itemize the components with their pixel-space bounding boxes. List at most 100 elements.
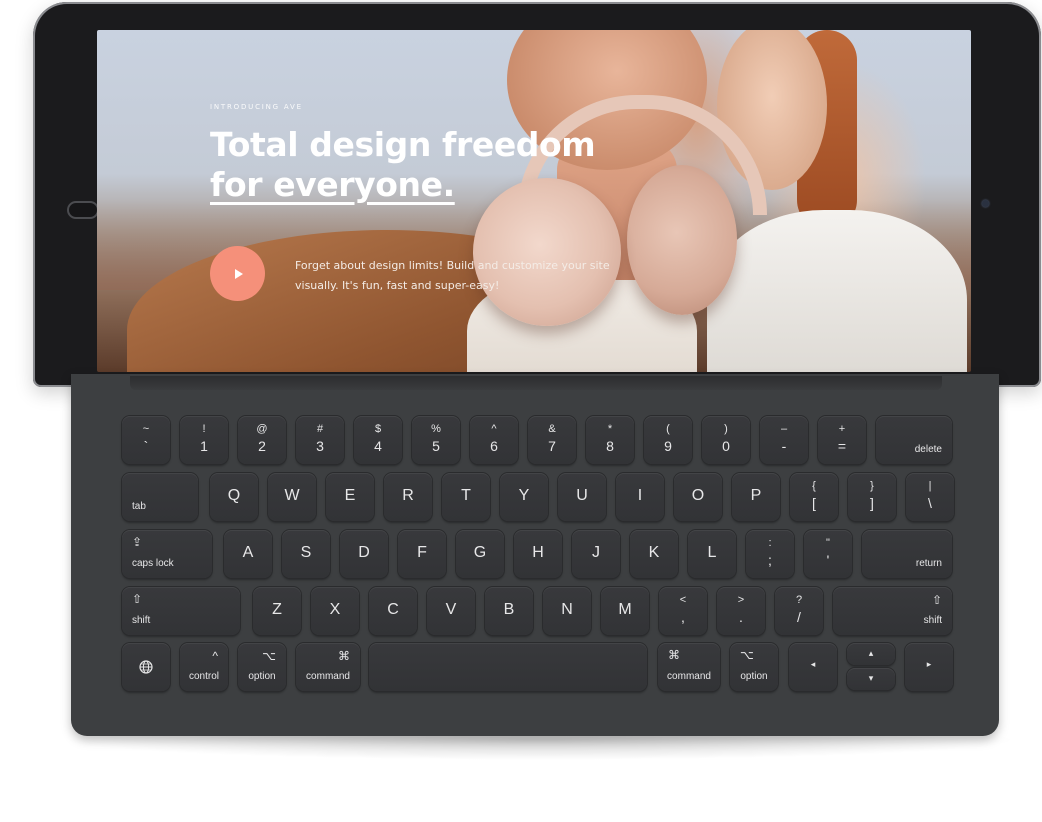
keyboard-hinge bbox=[130, 376, 942, 390]
key-shift-label: ( bbox=[666, 423, 670, 435]
arrow-down-key[interactable]: ▾ bbox=[847, 668, 895, 690]
key-label: L bbox=[707, 544, 717, 561]
key-backslash[interactable]: | \ bbox=[906, 473, 954, 521]
key-1[interactable]: ! 1 bbox=[180, 416, 228, 464]
key-label: V bbox=[445, 601, 457, 618]
arrow-down-icon: ▾ bbox=[868, 673, 874, 683]
key-e[interactable]: E bbox=[326, 473, 374, 521]
key-label: P bbox=[750, 487, 762, 504]
key-semicolon[interactable]: :; bbox=[746, 530, 794, 578]
key-slash[interactable]: ? / bbox=[775, 587, 823, 635]
caps-lock-key[interactable]: ⇪ caps lock bbox=[122, 530, 212, 578]
key-8[interactable]: * 8 bbox=[586, 416, 634, 464]
key-g[interactable]: G bbox=[456, 530, 504, 578]
key-label: ' bbox=[826, 552, 830, 568]
key-label: 4 bbox=[374, 438, 382, 454]
key-l[interactable]: L bbox=[688, 530, 736, 578]
key-label: K bbox=[648, 544, 660, 561]
key-label: Q bbox=[227, 487, 241, 504]
key-shift-label: { bbox=[812, 480, 816, 492]
key-p[interactable]: P bbox=[732, 473, 780, 521]
option-left-key[interactable]: ⌥ option bbox=[238, 643, 286, 691]
key-v[interactable]: V bbox=[427, 587, 475, 635]
key-d[interactable]: D bbox=[340, 530, 388, 578]
key--[interactable]: – - bbox=[760, 416, 808, 464]
key-label: O bbox=[691, 487, 705, 504]
key-a[interactable]: A bbox=[224, 530, 272, 578]
key-shift-label: % bbox=[431, 423, 441, 435]
key-i[interactable]: I bbox=[616, 473, 664, 521]
key-s[interactable]: S bbox=[282, 530, 330, 578]
key-label: D bbox=[358, 544, 370, 561]
key-2[interactable]: @2 bbox=[238, 416, 286, 464]
arrow-left-key[interactable]: ◂ bbox=[789, 643, 837, 691]
key-shift-label: ! bbox=[202, 423, 206, 435]
command-icon: ⌘ bbox=[338, 649, 350, 663]
command-right-key[interactable]: ⌘ command bbox=[658, 643, 720, 691]
key-x[interactable]: X bbox=[311, 587, 359, 635]
key-label: E bbox=[344, 487, 356, 504]
shift-left-key[interactable]: ⇧ shift bbox=[122, 587, 240, 635]
key-6[interactable]: ^ 6 bbox=[470, 416, 518, 464]
arrow-right-key[interactable]: ▸ bbox=[905, 643, 953, 691]
key-j[interactable]: J bbox=[572, 530, 620, 578]
key-m[interactable]: M bbox=[601, 587, 649, 635]
key-q[interactable]: Q bbox=[210, 473, 258, 521]
key-=[interactable]: + = bbox=[818, 416, 866, 464]
key-b[interactable]: B bbox=[485, 587, 533, 635]
key-r[interactable]: R bbox=[384, 473, 432, 521]
key-z[interactable]: Z bbox=[253, 587, 301, 635]
command-left-key[interactable]: ⌘ command bbox=[296, 643, 360, 691]
key-f[interactable]: F bbox=[398, 530, 446, 578]
key-label: Y bbox=[518, 487, 530, 504]
key-t[interactable]: T bbox=[442, 473, 490, 521]
key-label: - bbox=[781, 438, 787, 454]
key-label: 2 bbox=[258, 438, 266, 454]
option-right-key[interactable]: ⌥ option bbox=[730, 643, 778, 691]
key-label: option bbox=[740, 671, 768, 682]
key-[[interactable]: {[ bbox=[790, 473, 838, 521]
key-9[interactable]: (9 bbox=[644, 416, 692, 464]
command-icon: ⌘ bbox=[668, 648, 680, 662]
key-0[interactable]: ) 0 bbox=[702, 416, 750, 464]
key-w[interactable]: W bbox=[268, 473, 316, 521]
key-label: 5 bbox=[432, 438, 440, 454]
arrow-up-key[interactable]: ▴ bbox=[847, 643, 895, 665]
key-label: R bbox=[402, 487, 414, 504]
key-n[interactable]: N bbox=[543, 587, 591, 635]
key-label: 0 bbox=[722, 438, 730, 454]
key-`[interactable]: ~ ` bbox=[122, 416, 170, 464]
key-o[interactable]: O bbox=[674, 473, 722, 521]
key-shift-label: @ bbox=[256, 423, 268, 435]
key-c[interactable]: C bbox=[369, 587, 417, 635]
tab-key[interactable]: tab bbox=[122, 473, 198, 521]
hero-photo-woman bbox=[707, 210, 967, 372]
key-3[interactable]: #3 bbox=[296, 416, 344, 464]
key-7[interactable]: & 7 bbox=[528, 416, 576, 464]
arrow-left-icon: ◂ bbox=[810, 659, 816, 669]
key-y[interactable]: Y bbox=[500, 473, 548, 521]
space-bar[interactable] bbox=[369, 643, 647, 691]
key-comma[interactable]: <, bbox=[659, 587, 707, 635]
key-label: C bbox=[387, 601, 399, 618]
key-shift-label: $ bbox=[374, 423, 382, 435]
key-][interactable]: }] bbox=[848, 473, 896, 521]
key-shift-label: # bbox=[316, 423, 324, 435]
key-period[interactable]: >. bbox=[717, 587, 765, 635]
key-quote[interactable]: " ' bbox=[804, 530, 852, 578]
home-button[interactable] bbox=[67, 201, 99, 219]
key-u[interactable]: U bbox=[558, 473, 606, 521]
key-label: option bbox=[248, 671, 276, 682]
key-label: W bbox=[284, 487, 300, 504]
return-key[interactable]: return bbox=[862, 530, 952, 578]
shift-right-key[interactable]: ⇧ shift bbox=[833, 587, 952, 635]
key-h[interactable]: H bbox=[514, 530, 562, 578]
key-5[interactable]: % 5 bbox=[412, 416, 460, 464]
key-4[interactable]: $4 bbox=[354, 416, 402, 464]
hero-headline-line2: for everyone. bbox=[210, 165, 455, 204]
delete-key[interactable]: delete bbox=[876, 416, 952, 464]
control-key[interactable]: ^ control bbox=[180, 643, 228, 691]
key-k[interactable]: K bbox=[630, 530, 678, 578]
play-button[interactable] bbox=[210, 246, 265, 301]
globe-key[interactable] bbox=[122, 643, 170, 691]
